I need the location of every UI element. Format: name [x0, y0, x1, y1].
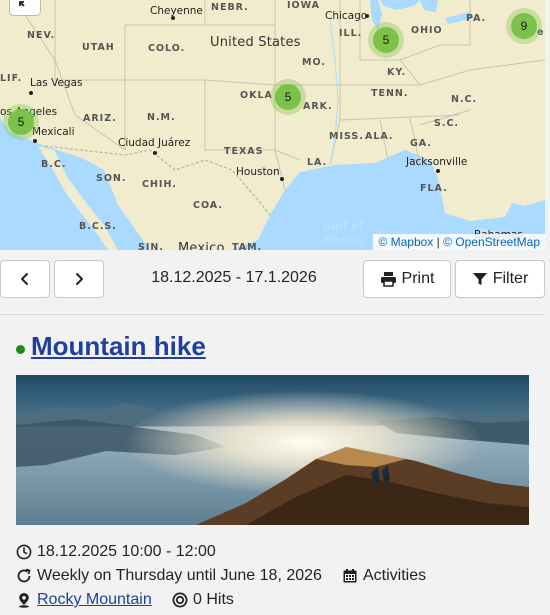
mountain-landscape-image: [16, 375, 529, 525]
event-image[interactable]: [16, 375, 529, 525]
expand-icon: [19, 1, 25, 7]
state-label: UTAH: [82, 42, 115, 53]
state-label: OHIO: [411, 25, 443, 36]
state-label: SIN.: [138, 242, 164, 250]
city-dot: [33, 139, 37, 143]
calendar-toolbar: 18.12.2025 - 17.1.2026 Print Filter: [0, 250, 550, 312]
state-label: CHIH.: [142, 179, 178, 190]
status-indicator: [16, 345, 25, 354]
state-label: TEXAS: [224, 146, 264, 157]
printer-icon: [380, 272, 396, 287]
filter-label: Filter: [492, 270, 529, 287]
next-button[interactable]: [54, 260, 104, 298]
country-label-us: United States: [210, 35, 301, 50]
cluster-count: 9: [511, 13, 537, 39]
state-label: ARK.: [303, 101, 333, 112]
state-label: TAM.: [232, 242, 263, 250]
state-label: PA.: [466, 13, 487, 24]
state-label: NEV.: [27, 30, 56, 41]
state-label: IOWA: [287, 0, 321, 11]
state-label: LA.: [307, 157, 328, 168]
previous-button[interactable]: [0, 260, 50, 298]
map-cluster-marker[interactable]: 5: [270, 79, 306, 115]
event-recurrence: Weekly on Thursday until June 18, 2026: [16, 567, 322, 585]
repeat-icon: [17, 568, 31, 583]
state-label: NEBR.: [211, 2, 249, 13]
country-label-mexico: Mexico: [178, 241, 225, 250]
state-label: TENN.: [371, 88, 409, 99]
event-category-text: Activities: [363, 567, 427, 584]
event-card: Mountain hike 18.12.2025 10:00 - 12:00 W…: [0, 314, 545, 615]
city-label-cheyenne: Cheyenne: [150, 5, 203, 17]
city-dot: [153, 151, 157, 155]
date-range: 18.12.2025 - 17.1.2026: [151, 269, 317, 286]
filter-icon: [472, 273, 487, 285]
state-label: COLO.: [148, 43, 186, 54]
cluster-count: 5: [275, 84, 301, 110]
city-label-ciudad-juarez: Ciudad Juárez: [118, 137, 191, 149]
state-label: B.C.: [41, 159, 67, 170]
map-pin-icon: [19, 593, 29, 608]
state-label: MISS.: [329, 131, 364, 142]
city-dot: [365, 14, 369, 18]
event-hits-text: 0 Hits: [193, 591, 234, 608]
target-icon: [172, 592, 188, 608]
state-label: COA.: [193, 200, 223, 211]
event-datetime-text: 18.12.2025 10:00 - 12:00: [37, 543, 216, 560]
map-attribution: © Mapbox | © OpenStreetMap: [373, 234, 545, 250]
state-label: N.C.: [451, 94, 478, 105]
openstreetmap-link[interactable]: © OpenStreetMap: [443, 235, 540, 249]
chevron-left-icon: [21, 273, 28, 285]
gulf-label: Mexico: [323, 235, 365, 246]
state-label: LIF.: [0, 73, 23, 84]
print-label: Print: [401, 270, 435, 287]
event-category: Activities: [342, 567, 426, 585]
calendar-icon: [343, 569, 357, 583]
state-label: GA.: [410, 138, 432, 149]
state-label: ARIZ.: [83, 113, 117, 124]
state-label: B.C.S.: [79, 221, 117, 232]
state-label: ILL.: [339, 28, 363, 39]
state-label: N.M.: [147, 112, 176, 123]
state-label: OKLA: [240, 90, 273, 101]
chevron-right-icon: [76, 273, 83, 285]
city-label-jacksonville: Jacksonville: [406, 156, 468, 168]
event-recurrence-text: Weekly on Thursday until June 18, 2026: [37, 567, 322, 584]
city-label-chicago: Chicago: [325, 10, 368, 22]
event-location: Rocky Mountain: [16, 591, 152, 609]
cluster-count: 5: [373, 27, 399, 53]
map-cluster-marker[interactable]: 5: [3, 104, 39, 140]
clock-icon: [16, 544, 32, 560]
city-dot: [280, 177, 284, 181]
fullscreen-button[interactable]: [10, 0, 40, 15]
map[interactable]: NEBR. IOWA NEV. UTAH COLO. ILL. OHIO PA.…: [0, 0, 545, 250]
event-hits: 0 Hits: [172, 591, 234, 609]
attribution-separator: |: [433, 235, 444, 249]
cluster-count: 5: [8, 109, 34, 135]
state-label: SON.: [96, 173, 127, 184]
city-label-mexicali: Mexicali: [32, 126, 75, 138]
state-label: FLA.: [420, 183, 448, 194]
mapbox-link[interactable]: © Mapbox: [378, 235, 433, 249]
gulf-label: Gulf of: [323, 221, 364, 232]
state-label: S.C.: [434, 118, 460, 129]
city-dot: [171, 16, 175, 20]
map-cluster-marker[interactable]: 9: [506, 8, 542, 44]
state-label: KY.: [387, 67, 407, 78]
city-label-las-vegas: Las Vegas: [30, 77, 83, 89]
print-button[interactable]: Print: [363, 260, 451, 298]
event-title-link[interactable]: Mountain hike: [31, 331, 206, 362]
state-label: ALA.: [365, 131, 394, 142]
city-label-houston: Houston: [236, 166, 280, 178]
state-label: MO.: [302, 57, 326, 68]
filter-button[interactable]: Filter: [455, 260, 545, 298]
city-dot: [436, 169, 440, 173]
city-dot: [29, 91, 33, 95]
event-datetime: 18.12.2025 10:00 - 12:00: [16, 543, 216, 561]
event-location-link[interactable]: Rocky Mountain: [37, 591, 152, 609]
map-cluster-marker[interactable]: 5: [368, 22, 404, 58]
